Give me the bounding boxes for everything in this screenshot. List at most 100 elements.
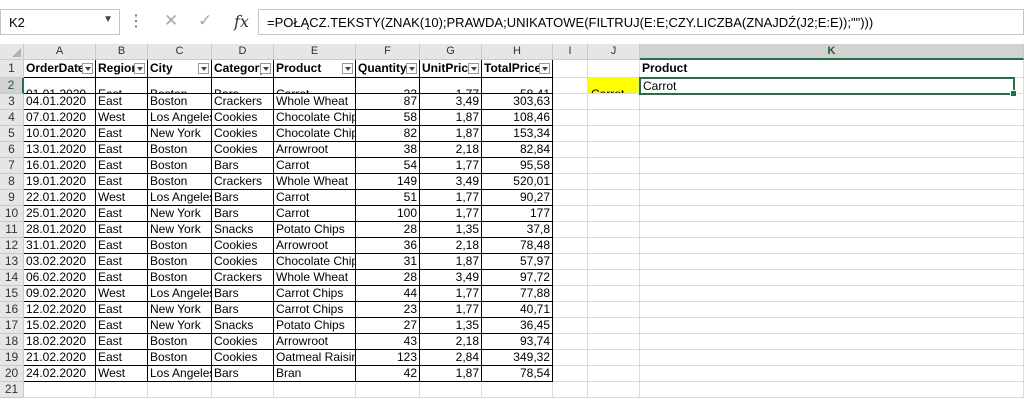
cell[interactable] — [588, 142, 640, 158]
column-header-f[interactable]: F — [356, 44, 420, 60]
table-cell[interactable]: 2,18 — [420, 334, 482, 350]
table-cell[interactable]: Bars — [212, 190, 274, 206]
cell[interactable] — [553, 110, 588, 126]
table-cell[interactable]: Crackers — [212, 94, 274, 110]
table-cell[interactable]: 349,32 — [482, 350, 553, 366]
table-cell[interactable]: East — [96, 94, 148, 110]
column-header-j[interactable]: J — [588, 44, 640, 60]
row-header-18[interactable]: 18 — [0, 334, 24, 350]
table-cell[interactable]: Carrot Chips — [274, 286, 356, 302]
filter-dropdown-icon[interactable] — [198, 63, 209, 74]
cell[interactable] — [588, 110, 640, 126]
table-cell[interactable]: 78,54 — [482, 366, 553, 382]
column-header-d[interactable]: D — [212, 44, 274, 60]
cancel-icon[interactable]: ✕ — [164, 11, 178, 31]
table-cell[interactable]: Cookies — [212, 142, 274, 158]
table-cell[interactable]: 33 — [356, 78, 420, 94]
cell[interactable] — [212, 382, 274, 398]
table-cell[interactable]: Boston — [148, 254, 212, 270]
column-header-e[interactable]: E — [274, 44, 356, 60]
table-cell[interactable]: Oatmeal Raisin — [274, 350, 356, 366]
table-cell[interactable]: New York — [148, 302, 212, 318]
table-cell[interactable]: 01.01.2020 — [24, 78, 96, 94]
cell[interactable] — [588, 334, 640, 350]
cell[interactable] — [640, 238, 1024, 254]
table-cell[interactable]: New York — [148, 126, 212, 142]
table-cell[interactable]: 1,77 — [420, 302, 482, 318]
cell[interactable] — [553, 334, 588, 350]
table-cell[interactable]: Boston — [148, 238, 212, 254]
table-cell[interactable]: Arrowroot — [274, 334, 356, 350]
result-cell-k2[interactable]: CarrotCarrot Chips — [640, 78, 1024, 94]
table-cell[interactable]: 22.01.2020 — [24, 190, 96, 206]
table-cell[interactable]: West — [96, 366, 148, 382]
chevron-down-icon[interactable]: ▼ — [103, 14, 113, 25]
table-cell[interactable]: 1,77 — [420, 78, 482, 94]
table-cell[interactable]: 3,49 — [420, 174, 482, 190]
table-header-category[interactable]: Category — [212, 60, 274, 78]
table-cell[interactable]: 1,87 — [420, 110, 482, 126]
table-cell[interactable]: 54 — [356, 158, 420, 174]
table-cell[interactable]: 31.01.2020 — [24, 238, 96, 254]
table-cell[interactable]: 108,46 — [482, 110, 553, 126]
table-cell[interactable]: Arrowroot — [274, 142, 356, 158]
column-header-i[interactable]: I — [553, 44, 588, 60]
table-cell[interactable]: 57,97 — [482, 254, 553, 270]
row-header-11[interactable]: 11 — [0, 222, 24, 238]
row-header-5[interactable]: 5 — [0, 126, 24, 142]
table-cell[interactable]: 28.01.2020 — [24, 222, 96, 238]
table-cell[interactable]: 12.02.2020 — [24, 302, 96, 318]
table-cell[interactable]: 1,87 — [420, 366, 482, 382]
table-cell[interactable]: 04.01.2020 — [24, 94, 96, 110]
table-cell[interactable]: Boston — [148, 158, 212, 174]
table-cell[interactable]: 1,77 — [420, 286, 482, 302]
table-cell[interactable]: 21.02.2020 — [24, 350, 96, 366]
cell[interactable] — [640, 222, 1024, 238]
cell[interactable] — [588, 158, 640, 174]
table-header-totalprice[interactable]: TotalPrice — [482, 60, 553, 78]
table-cell[interactable]: Boston — [148, 350, 212, 366]
table-cell[interactable]: 1,77 — [420, 190, 482, 206]
table-cell[interactable]: Chocolate Chip — [274, 110, 356, 126]
table-cell[interactable]: 123 — [356, 350, 420, 366]
table-cell[interactable]: 31 — [356, 254, 420, 270]
table-cell[interactable]: 3,49 — [420, 94, 482, 110]
table-cell[interactable]: Bars — [212, 302, 274, 318]
filter-dropdown-icon[interactable] — [406, 63, 417, 74]
cell[interactable] — [420, 382, 482, 398]
row-header-2[interactable]: 2 — [0, 78, 24, 94]
column-header-g[interactable]: G — [420, 44, 482, 60]
cell[interactable] — [640, 302, 1024, 318]
table-cell[interactable]: Bars — [212, 78, 274, 94]
cell[interactable] — [553, 206, 588, 222]
table-cell[interactable]: Chocolate Chip — [274, 126, 356, 142]
table-cell[interactable]: 51 — [356, 190, 420, 206]
cell[interactable] — [553, 78, 588, 94]
cell[interactable] — [553, 158, 588, 174]
table-cell[interactable]: Carrot — [274, 206, 356, 222]
table-cell[interactable]: East — [96, 238, 148, 254]
cell[interactable] — [640, 286, 1024, 302]
table-cell[interactable]: Los Angeles — [148, 366, 212, 382]
table-cell[interactable]: 28 — [356, 222, 420, 238]
cell[interactable] — [553, 94, 588, 110]
cell[interactable] — [588, 222, 640, 238]
cell[interactable] — [588, 254, 640, 270]
filter-dropdown-icon[interactable] — [468, 63, 479, 74]
table-cell[interactable]: 03.02.2020 — [24, 254, 96, 270]
table-cell[interactable]: Boston — [148, 334, 212, 350]
cell[interactable] — [640, 270, 1024, 286]
table-cell[interactable]: 28 — [356, 270, 420, 286]
cell[interactable] — [553, 366, 588, 382]
cell[interactable] — [553, 190, 588, 206]
cell[interactable] — [588, 126, 640, 142]
table-cell[interactable]: 2,84 — [420, 350, 482, 366]
cell[interactable] — [588, 302, 640, 318]
table-cell[interactable]: Cookies — [212, 110, 274, 126]
cell[interactable] — [553, 302, 588, 318]
table-cell[interactable]: 82 — [356, 126, 420, 142]
filter-dropdown-icon[interactable] — [539, 63, 550, 74]
row-header-8[interactable]: 8 — [0, 174, 24, 190]
table-cell[interactable]: 97,72 — [482, 270, 553, 286]
cell[interactable] — [24, 382, 96, 398]
